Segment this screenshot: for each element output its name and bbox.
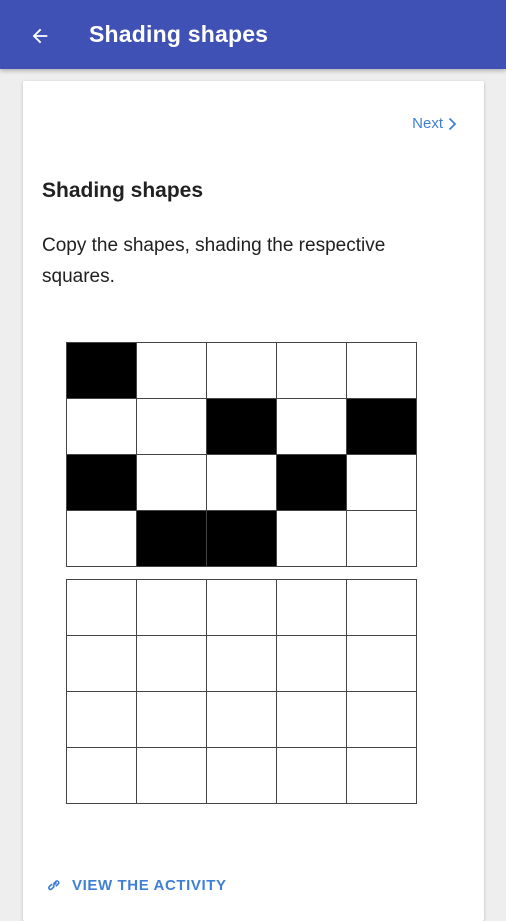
copy-cell-r2-c2[interactable] — [137, 636, 207, 692]
copy-cell-r2-c3[interactable] — [207, 636, 277, 692]
pattern-grid — [66, 342, 417, 567]
copy-cell-r4-c5[interactable] — [347, 748, 417, 804]
pattern-cell-r3-c4 — [277, 455, 347, 511]
copy-cell-r3-c2[interactable] — [137, 692, 207, 748]
copy-cell-r4-c3[interactable] — [207, 748, 277, 804]
pattern-cell-r2-c4 — [277, 399, 347, 455]
pattern-cell-r3-c2 — [137, 455, 207, 511]
copy-cell-r1-c2[interactable] — [137, 580, 207, 636]
view-activity-label: VIEW THE ACTIVITY — [72, 876, 227, 894]
app-bar-title: Shading shapes — [89, 21, 269, 47]
pattern-cell-r2-c5 — [347, 399, 417, 455]
activity-card: Next Shading shapes Copy the shapes, sha… — [23, 81, 484, 921]
pattern-cell-r4-c4 — [277, 511, 347, 567]
copy-cell-r4-c1[interactable] — [67, 748, 137, 804]
copy-cell-r3-c4[interactable] — [277, 692, 347, 748]
card-title: Shading shapes — [42, 179, 204, 202]
copy-cell-r3-c3[interactable] — [207, 692, 277, 748]
copy-cell-r4-c4[interactable] — [277, 748, 347, 804]
pattern-cell-r3-c3 — [207, 455, 277, 511]
pattern-cell-r4-c1 — [67, 511, 137, 567]
link-icon — [48, 880, 60, 891]
app-bar: Shading shapes — [0, 0, 506, 69]
instructions-text: Copy the shapes, shading the respective … — [42, 235, 386, 287]
pattern-cell-r3-c1 — [67, 455, 137, 511]
copy-grid[interactable] — [66, 579, 417, 804]
copy-cell-r2-c1[interactable] — [67, 636, 137, 692]
next-button[interactable]: Next — [412, 115, 457, 132]
view-activity-link[interactable]: VIEW THE ACTIVITY — [44, 875, 227, 895]
copy-cell-r1-c4[interactable] — [277, 580, 347, 636]
pattern-cell-r2-c1 — [67, 399, 137, 455]
pattern-cell-r2-c3 — [207, 399, 277, 455]
copy-cell-r2-c4[interactable] — [277, 636, 347, 692]
pattern-cell-r4-c3 — [207, 511, 277, 567]
copy-cell-r4-c2[interactable] — [137, 748, 207, 804]
arrow-left-icon — [32, 28, 48, 44]
pattern-cell-r1-c3 — [207, 343, 277, 399]
copy-cell-r3-c5[interactable] — [347, 692, 417, 748]
copy-cell-r1-c5[interactable] — [347, 580, 417, 636]
pattern-cell-r1-c2 — [137, 343, 207, 399]
pattern-cell-r4-c2 — [137, 511, 207, 567]
pattern-cell-r1-c1 — [67, 343, 137, 399]
chevron-right-icon — [448, 117, 457, 130]
back-button[interactable] — [22, 18, 58, 54]
pattern-cell-r3-c5 — [347, 455, 417, 511]
copy-cell-r1-c3[interactable] — [207, 580, 277, 636]
pattern-cell-r1-c4 — [277, 343, 347, 399]
copy-cell-r3-c1[interactable] — [67, 692, 137, 748]
copy-cell-r1-c1[interactable] — [67, 580, 137, 636]
pattern-cell-r1-c5 — [347, 343, 417, 399]
next-label: Next — [412, 115, 443, 132]
copy-cell-r2-c5[interactable] — [347, 636, 417, 692]
pattern-cell-r2-c2 — [137, 399, 207, 455]
pattern-cell-r4-c5 — [347, 511, 417, 567]
